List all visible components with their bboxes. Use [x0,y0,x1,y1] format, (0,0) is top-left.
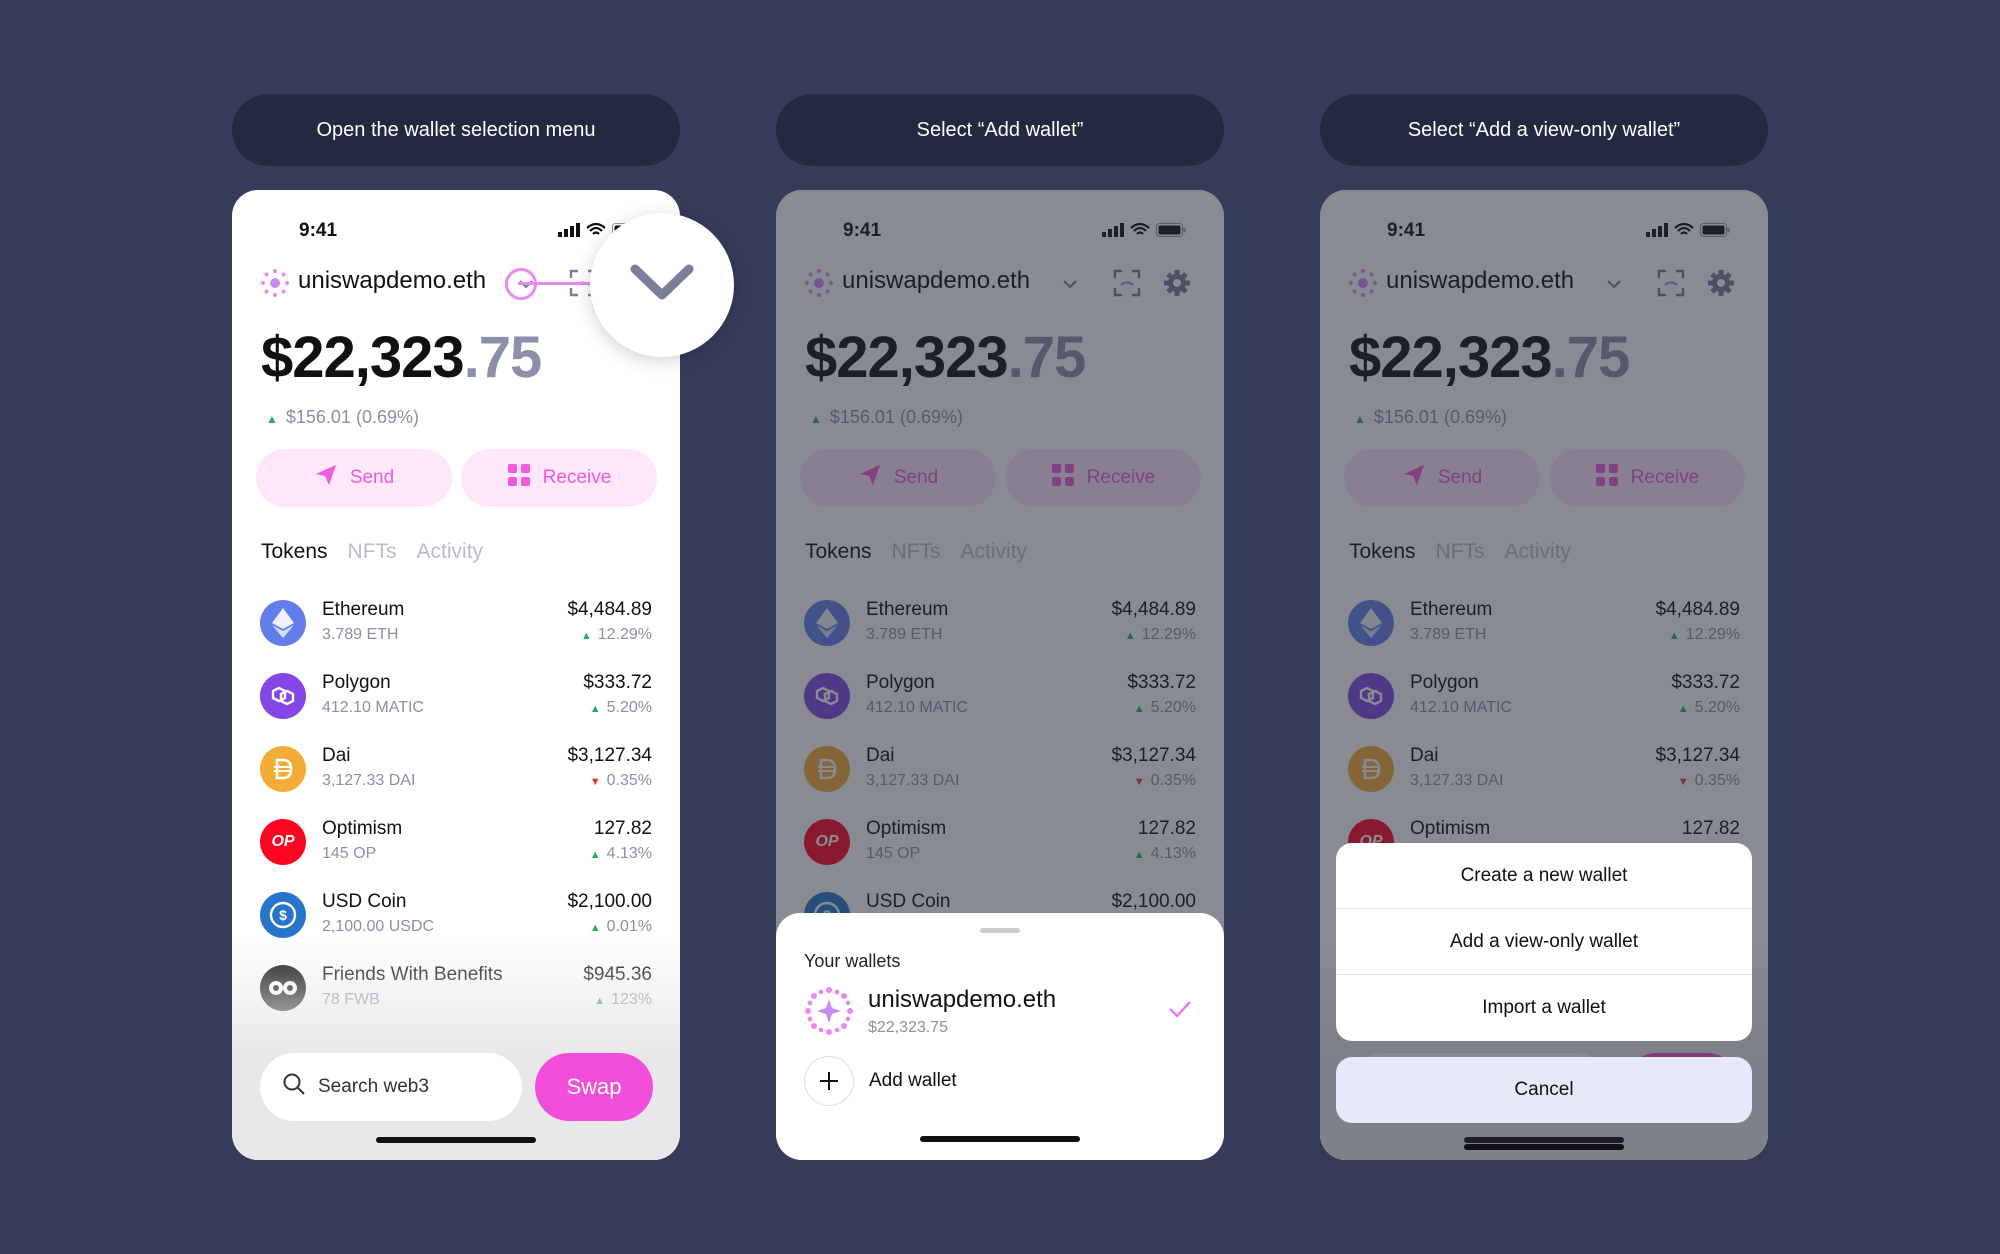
signal-icon [558,223,580,242]
cancel-button[interactable]: Cancel [1336,1057,1752,1123]
status-time: 9:41 [299,220,338,241]
add-wallet-button[interactable]: Add wallet [869,1070,957,1092]
send-icon [314,463,338,493]
swap-button[interactable]: Swap [535,1053,653,1121]
up-arrow-icon: ▲ [266,412,278,426]
token-change: ▲ 4.13% [590,845,652,863]
token-amount: 3.789 ETH [322,626,399,643]
home-indicator [920,1136,1080,1142]
account-avatar-icon[interactable] [260,268,290,298]
step-label-1: Open the wallet selection menu [232,94,680,166]
wallet-balance: $22,323.75 [868,1019,949,1036]
tabs: Tokens NFTs Activity [261,540,483,564]
tab-nfts[interactable]: NFTs [348,540,397,564]
send-button[interactable]: Send [256,449,452,507]
down-arrow-icon: ▼ [589,776,601,788]
token-row[interactable]: Polygon 412.10 MATIC $333.72 ▲ 5.20% [232,665,680,737]
sheet-title: Your wallets [804,951,901,971]
token-change-value: 0.35% [606,772,652,789]
polygon-icon [260,673,306,719]
phone-step-2: 9:41 uniswapdemo.eth $22,323.75 ▲$156.01… [776,190,1224,1160]
op-icon: OP [260,819,306,865]
token-change: ▲ 12.29% [581,626,652,644]
receive-icon [507,463,531,493]
receive-button[interactable]: Receive [461,449,657,507]
token-name: Dai [322,745,351,766]
token-row[interactable]: OP Optimism 145 OP 127.82 ▲ 4.13% [232,811,680,883]
step-label-3: Select “Add a view-only wallet” [1320,94,1768,166]
phone-step-3: 9:41 uniswapdemo.eth $22,323.75 ▲$156.01… [1320,190,1768,1160]
create-wallet-option[interactable]: Create a new wallet [1336,843,1752,909]
token-value: $4,484.89 [567,599,652,620]
delta-text: $156.01 (0.69%) [285,407,419,427]
home-indicator [376,1137,536,1143]
sheet-grabber[interactable] [980,928,1020,933]
zoom-callout [590,213,734,357]
tab-tokens[interactable]: Tokens [261,540,328,564]
balance-cents: .75 [463,325,543,390]
token-value: $333.72 [583,672,652,693]
balance-delta: ▲ $156.01 (0.69%) [266,407,419,428]
token-amount: 145 OP [322,845,377,862]
action-sheet: Create a new wallet Add a view-only wall… [1336,843,1752,1041]
account-name[interactable]: uniswapdemo.eth [298,267,486,295]
token-value: $3,127.34 [567,745,652,766]
wallet-name[interactable]: uniswapdemo.eth [868,986,1056,1014]
receive-label: Receive [542,467,612,488]
up-arrow-icon: ▲ [589,922,601,934]
home-indicator [1464,1144,1624,1150]
token-row[interactable]: Ethereum 3.789 ETH $4,484.89 ▲ 12.29% [232,592,680,664]
add-wallet-plus-icon[interactable] [804,1056,854,1106]
bottom-fade [232,935,680,1160]
token-value: 127.82 [593,818,652,839]
eth-icon [260,600,306,646]
token-change-value: 4.13% [606,845,652,862]
token-change: ▲ 5.20% [590,699,652,717]
add-view-only-wallet-option[interactable]: Add a view-only wallet [1336,909,1752,975]
usdc-icon: $ [260,892,306,938]
token-change-value: 12.29% [597,626,652,643]
search-icon [282,1072,306,1102]
token-name: Optimism [322,818,403,839]
checkmark-icon [1168,999,1192,1024]
svg-text:$: $ [279,907,287,923]
op-glyph: OP [271,833,295,850]
token-name: Polygon [322,672,391,693]
balance-main: $22,323 [261,325,465,390]
token-value: $2,100.00 [567,891,652,912]
up-arrow-icon: ▲ [580,630,592,642]
token-row[interactable]: Dai 3,127.33 DAI $3,127.34 ▼ 0.35% [232,738,680,810]
tab-activity[interactable]: Activity [417,540,484,564]
callout-ring [505,268,537,300]
chevron-down-icon [629,263,695,308]
token-change: ▲ 0.01% [590,918,652,936]
dai-icon [260,746,306,792]
token-amount: 412.10 MATIC [322,699,424,716]
token-change-value: 5.20% [606,699,652,716]
search-placeholder: Search web3 [318,1076,429,1097]
up-arrow-icon: ▲ [589,703,601,715]
token-change-value: 0.01% [606,918,652,935]
token-amount: 2,100.00 USDC [322,918,435,935]
token-amount: 3,127.33 DAI [322,772,416,789]
import-wallet-option[interactable]: Import a wallet [1336,975,1752,1041]
step-label-2: Select “Add wallet” [776,94,1224,166]
token-change: ▼ 0.35% [590,772,652,790]
wallet-sheet: Your wallets uniswapdemo.eth $22,323.75 … [776,913,1224,1160]
search-input[interactable]: Search web3 [260,1053,522,1121]
up-arrow-icon: ▲ [589,849,601,861]
send-label: Send [349,467,395,488]
total-balance: $22,323.75 [261,324,543,391]
token-name: USD Coin [322,891,407,912]
wallet-avatar-icon [804,986,854,1041]
token-name: Ethereum [322,599,405,620]
wifi-icon [586,222,606,242]
